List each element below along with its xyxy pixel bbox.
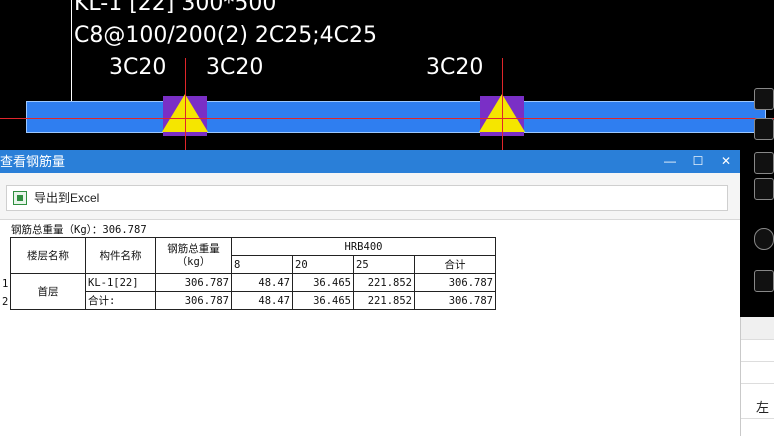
- copy-tool-icon[interactable]: [754, 152, 774, 174]
- cell-member: KL-1[22]: [85, 273, 156, 292]
- header-weight-line2: （kg）: [176, 255, 211, 268]
- stirrup-text: C8@100/200(2) 2C25;4C25: [74, 23, 378, 48]
- property-panel: 左: [740, 317, 774, 436]
- maximize-button[interactable]: ☐: [686, 150, 710, 173]
- table-row[interactable]: 首层 KL-1[22] 306.787 48.47 36.465 221.852…: [10, 273, 496, 310]
- table-tool-icon[interactable]: [754, 270, 774, 292]
- beam-kl1[interactable]: [26, 101, 766, 133]
- total-weight-text: 钢筋总重量（Kg）：306.787: [11, 224, 147, 236]
- property-row[interactable]: [741, 339, 774, 362]
- excel-icon: [13, 191, 27, 205]
- header-d25: 25: [353, 255, 415, 274]
- cad-canvas[interactable]: KL-1 [22] 300*500 C8@100/200(2) 2C25;4C2…: [0, 0, 774, 150]
- axis-line-horizontal: [0, 118, 774, 119]
- header-floor: 楼层名称: [10, 237, 86, 274]
- cell-d8: 48.47: [231, 291, 293, 310]
- report-area: 钢筋总重量（Kg）：306.787 1 2 楼层名称 构件名称 钢筋总重量 （k…: [0, 220, 740, 436]
- cell-floor: 首层: [10, 273, 86, 310]
- property-panel-header: [741, 317, 774, 340]
- axis-line-vertical-2: [502, 58, 503, 150]
- support-label-1: 3C20: [109, 55, 167, 80]
- cell-d20: 36.465: [292, 273, 354, 292]
- header-d20: 20: [292, 255, 354, 274]
- support-label-3: 3C20: [426, 55, 484, 80]
- cell-subtotal: 306.787: [414, 291, 496, 310]
- cell-d25: 221.852: [353, 273, 415, 292]
- rotate-tool-icon[interactable]: [754, 228, 774, 250]
- header-member: 构件名称: [85, 237, 156, 274]
- dialog-titlebar[interactable]: 查看钢筋量 — ☐ ✕: [0, 150, 740, 173]
- property-row[interactable]: [741, 361, 774, 384]
- cell-d20: 36.465: [292, 291, 354, 310]
- header-d8: 8: [231, 255, 293, 274]
- cell-d25: 221.852: [353, 291, 415, 310]
- layer-tool-icon[interactable]: [754, 118, 774, 140]
- beam-label: KL-1 [22] 300*500: [74, 0, 277, 16]
- dialog-title: 查看钢筋量: [0, 154, 66, 169]
- rebar-quantity-dialog: 查看钢筋量 — ☐ ✕ 导出到Excel 钢筋总重量（Kg）：306.787 1…: [0, 150, 740, 436]
- row-number-1: 1: [2, 278, 9, 290]
- header-weight-line1: 钢筋总重量: [167, 242, 220, 255]
- export-excel-button[interactable]: 导出到Excel: [6, 185, 728, 211]
- support-label-2: 3C20: [206, 55, 264, 80]
- axis-line-vertical-1: [185, 58, 186, 150]
- grid-tool-icon[interactable]: [754, 178, 774, 200]
- export-excel-label: 导出到Excel: [34, 191, 100, 205]
- cell-weight: 306.787: [155, 291, 232, 310]
- row-number-2: 2: [2, 296, 9, 308]
- dialog-toolbar: 导出到Excel: [0, 173, 740, 220]
- close-button[interactable]: ✕: [714, 150, 738, 173]
- cell-d8: 48.47: [231, 273, 293, 292]
- header-subtotal: 合计: [414, 255, 496, 274]
- header-grade: HRB400: [231, 237, 496, 256]
- rebar-table: 楼层名称 构件名称 钢筋总重量 （kg） HRB400 8 20 25 合计 首…: [10, 237, 496, 310]
- property-row-left[interactable]: 左: [741, 397, 774, 419]
- header-weight: 钢筋总重量 （kg）: [155, 237, 232, 274]
- cell-subtotal: 306.787: [414, 273, 496, 292]
- view-tool-icon[interactable]: [754, 88, 774, 110]
- cell-weight: 306.787: [155, 273, 232, 292]
- cell-member: 合计:: [85, 291, 156, 310]
- minimize-button[interactable]: —: [658, 150, 682, 173]
